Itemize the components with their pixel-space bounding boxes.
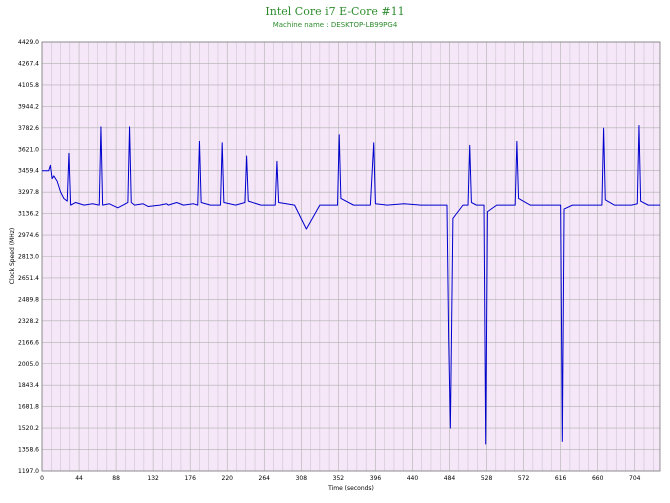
y-tick-label: 3944.2	[18, 103, 39, 110]
y-tick-label: 3621.0	[18, 146, 39, 153]
x-tick-label: 528	[481, 475, 493, 482]
y-tick-label: 2813.0	[18, 254, 39, 261]
x-axis-label: Time (seconds)	[327, 485, 374, 492]
x-tick-label: 308	[296, 475, 308, 482]
y-tick-label: 2489.8	[18, 296, 39, 303]
y-tick-label: 3136.2	[18, 211, 39, 218]
x-tick-label: 264	[259, 475, 271, 482]
x-tick-label: 616	[555, 475, 567, 482]
x-tick-label: 0	[40, 475, 44, 482]
x-tick-label: 176	[184, 475, 196, 482]
chart-canvas: 4429.0 4267.4 4105.8 3944.2 3782.6 3621.0 3459…	[9, 39, 661, 492]
x-tick-label: 396	[370, 475, 382, 482]
x-tick-label: 704	[629, 475, 641, 482]
y-tick-label: 1358.6	[18, 447, 39, 454]
y-tick-label: 4105.8	[18, 82, 39, 89]
y-tick-label: 2651.4	[18, 275, 39, 282]
y-tick-label: 1843.4	[18, 382, 39, 389]
y-tick-label: 2974.6	[18, 232, 39, 239]
x-tick-label: 352	[333, 475, 345, 482]
y-tick-label: 4267.4	[18, 60, 39, 67]
y-tick-label: 4429.0	[18, 39, 39, 46]
y-tick-label: 3459.4	[18, 168, 39, 175]
x-tick-label: 44	[75, 475, 83, 482]
y-axis-label: Clock Speed (MHz)	[9, 228, 16, 284]
y-tick-label: 1197.0	[18, 468, 39, 475]
y-tick-label: 2166.6	[18, 339, 39, 346]
x-tick-label: 440	[407, 475, 419, 482]
x-tick-label: 484	[444, 475, 456, 482]
x-tick-label: 220	[222, 475, 234, 482]
y-tick-label: 1520.2	[18, 425, 39, 432]
y-tick-label: 2328.2	[18, 318, 39, 325]
x-tick-label: 572	[518, 475, 530, 482]
y-tick-label: 1681.8	[18, 404, 39, 411]
x-tick-label: 660	[592, 475, 604, 482]
x-tick-label: 132	[147, 475, 159, 482]
y-tick-label: 3297.8	[18, 189, 39, 196]
y-tick-label: 2005.0	[18, 361, 39, 368]
x-tick-label: 88	[112, 475, 120, 482]
y-tick-label: 3782.6	[18, 125, 39, 132]
